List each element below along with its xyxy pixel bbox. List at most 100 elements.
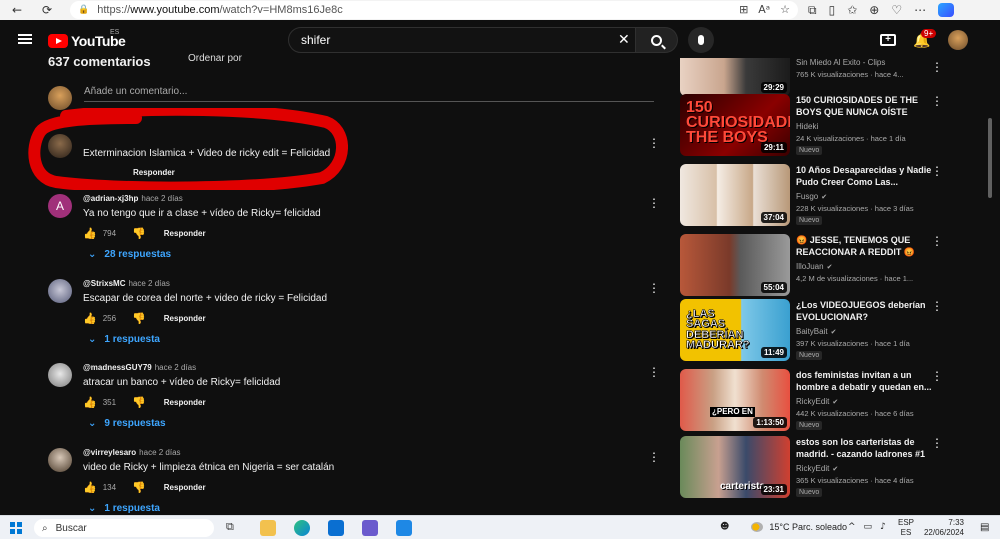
recommended-video[interactable]: 150 CURIOSIDADES THE BOYS 29:11 150 CURI…: [680, 94, 980, 156]
video-thumbnail[interactable]: 29:29: [680, 58, 790, 96]
wallet-icon[interactable]: ♡: [891, 3, 902, 17]
video-menu-icon[interactable]: ⋮: [931, 234, 943, 248]
dislike-icon[interactable]: 👎: [132, 396, 146, 409]
reply-button[interactable]: Responder: [164, 229, 206, 238]
read-aloud-icon[interactable]: Aᵃ: [758, 3, 770, 16]
edge-icon[interactable]: [294, 520, 310, 536]
channel-name[interactable]: Sin Miedo Al Exito - Clips: [796, 58, 885, 67]
view-replies-button[interactable]: ⌄ 9 respuestas: [88, 418, 166, 429]
comment-author[interactable]: @madnessGUY79: [83, 363, 152, 372]
video-menu-icon[interactable]: ⋮: [931, 369, 943, 383]
recommended-video[interactable]: 29:29 Sin Miedo Al Exito - Clips 765 K v…: [680, 58, 980, 96]
channel-name[interactable]: Fusgo: [796, 192, 818, 201]
address-bar[interactable]: 🔒 https://www.youtube.com/watch?v=HM8ms1…: [70, 1, 798, 19]
video-thumbnail[interactable]: carterista 23:31: [680, 436, 790, 498]
view-replies-button[interactable]: ⌄ 1 respuesta: [88, 503, 160, 514]
add-comment-input[interactable]: Añade un comentario...: [84, 86, 654, 102]
back-icon[interactable]: ←: [6, 0, 28, 20]
video-menu-icon[interactable]: ⋮: [931, 94, 943, 108]
reply-button[interactable]: Responder: [164, 314, 206, 323]
volume-icon[interactable]: ♪: [880, 522, 886, 532]
recommended-video[interactable]: ¿PERO EN 1:13:50 dos feministas invitan …: [680, 369, 980, 431]
comment-menu-icon[interactable]: ⋮: [648, 196, 660, 210]
like-icon[interactable]: 👍: [83, 481, 97, 494]
comment-menu-icon[interactable]: ⋮: [648, 281, 660, 295]
comment-author[interactable]: @virreylesaro: [83, 448, 136, 457]
grid-icon[interactable]: ⊞: [739, 3, 748, 16]
reply-button[interactable]: Responder: [164, 483, 206, 492]
video-thumbnail[interactable]: ¿LAS SAGAS DEBERÍAN MADURAR? 11:49: [680, 299, 790, 361]
video-title[interactable]: 😡 JESSE, TENEMOS QUE REACCIONAR A REDDIT…: [796, 234, 936, 258]
user-avatar[interactable]: [948, 30, 968, 50]
comment-author[interactable]: @StrixsMC: [83, 279, 125, 288]
channel-name[interactable]: Hideki: [796, 122, 818, 131]
dislike-icon[interactable]: 👎: [132, 227, 146, 240]
clear-icon[interactable]: ✕: [618, 32, 630, 48]
clock[interactable]: 7:33 22/06/2024: [920, 518, 964, 538]
channel-name[interactable]: RickyEdit: [796, 464, 829, 473]
dislike-icon[interactable]: 👎: [132, 481, 146, 494]
menu-icon[interactable]: [18, 34, 32, 44]
notification-center-icon[interactable]: ▤: [980, 522, 989, 533]
video-title[interactable]: estos son los carteristas de madrid. - c…: [796, 436, 936, 460]
store-icon[interactable]: [396, 520, 412, 536]
channel-name[interactable]: RickyEdit: [796, 397, 829, 406]
view-replies-button[interactable]: ⌄ 1 respuesta: [88, 334, 160, 345]
like-icon[interactable]: 👍: [83, 396, 97, 409]
more-icon[interactable]: ⋯: [914, 3, 926, 17]
channel-name[interactable]: IlloJuan: [796, 262, 824, 271]
avatar[interactable]: A: [48, 194, 72, 218]
dislike-icon[interactable]: 👎: [132, 312, 146, 325]
file-explorer-icon[interactable]: [260, 520, 276, 536]
video-title[interactable]: 10 Años Desaparecidas y Nadie Pudo Creer…: [796, 164, 936, 188]
reply-button[interactable]: Responder: [164, 398, 206, 407]
chevron-up-icon[interactable]: ^: [848, 522, 856, 532]
scrollbar[interactable]: [988, 118, 992, 198]
comment-menu-icon[interactable]: ⋮: [648, 136, 660, 150]
split-screen-icon[interactable]: ▯: [829, 3, 836, 17]
favorite-star-icon[interactable]: ☆: [780, 3, 790, 16]
avatar[interactable]: [48, 448, 72, 472]
video-title[interactable]: ¿Los VIDEOJUEGOS deberían EVOLUCIONAR?: [796, 299, 936, 323]
copilot-icon[interactable]: [938, 3, 955, 17]
video-title[interactable]: 150 CURIOSIDADES DE THE BOYS QUE NUNCA O…: [796, 94, 936, 118]
task-view-icon[interactable]: ⧉: [226, 520, 242, 536]
create-video-icon[interactable]: +: [880, 34, 896, 46]
video-thumbnail[interactable]: 37:04: [680, 164, 790, 226]
video-menu-icon[interactable]: ⋮: [931, 436, 943, 450]
favorites-icon[interactable]: ✩: [847, 3, 857, 17]
extensions-icon[interactable]: ⧉: [808, 3, 817, 18]
channel-name[interactable]: BaityBait: [796, 327, 828, 336]
avatar[interactable]: [48, 134, 72, 158]
video-title[interactable]: dos feministas invitan a un hombre a deb…: [796, 369, 936, 393]
refresh-icon[interactable]: ⟳: [36, 0, 58, 20]
mail-icon[interactable]: [328, 520, 344, 536]
language-indicator[interactable]: ESP ES: [898, 518, 914, 538]
recommended-video[interactable]: 37:04 10 Años Desaparecidas y Nadie Pudo…: [680, 164, 980, 226]
recommended-video[interactable]: 55:04 😡 JESSE, TENEMOS QUE REACCIONAR A …: [680, 234, 980, 296]
video-thumbnail[interactable]: ¿PERO EN 1:13:50: [680, 369, 790, 431]
app-icon[interactable]: [362, 520, 378, 536]
collections-icon[interactable]: ⊕: [869, 3, 879, 17]
recommended-video[interactable]: carterista 23:31 estos son los carterist…: [680, 436, 980, 498]
like-icon[interactable]: 👍: [83, 312, 97, 325]
video-menu-icon[interactable]: ⋮: [931, 164, 943, 178]
recommended-video[interactable]: ¿LAS SAGAS DEBERÍAN MADURAR? 11:49 ¿Los …: [680, 299, 980, 361]
view-replies-button[interactable]: ⌄ 28 respuestas: [88, 249, 171, 260]
video-thumbnail[interactable]: 150 CURIOSIDADES THE BOYS 29:11: [680, 94, 790, 156]
reply-button[interactable]: Responder: [133, 168, 175, 177]
avatar[interactable]: [48, 279, 72, 303]
comment-author[interactable]: @adrian-xj3hp: [83, 194, 138, 203]
windows-start-icon[interactable]: [10, 522, 22, 534]
voice-search-button[interactable]: [688, 27, 714, 53]
sort-comments-button[interactable]: Ordenar por: [188, 53, 242, 64]
comment-menu-icon[interactable]: ⋮: [648, 450, 660, 464]
video-thumbnail[interactable]: 55:04: [680, 234, 790, 296]
like-icon[interactable]: 👍: [83, 227, 97, 240]
network-icon[interactable]: ▭: [864, 522, 873, 532]
weather-widget[interactable]: ☻ 15°C Parc. soleado: [720, 522, 847, 532]
taskbar-search[interactable]: ⌕ Buscar: [34, 519, 214, 537]
avatar[interactable]: [48, 363, 72, 387]
video-menu-icon[interactable]: ⋮: [931, 299, 943, 313]
video-menu-icon[interactable]: ⋮: [931, 60, 943, 74]
